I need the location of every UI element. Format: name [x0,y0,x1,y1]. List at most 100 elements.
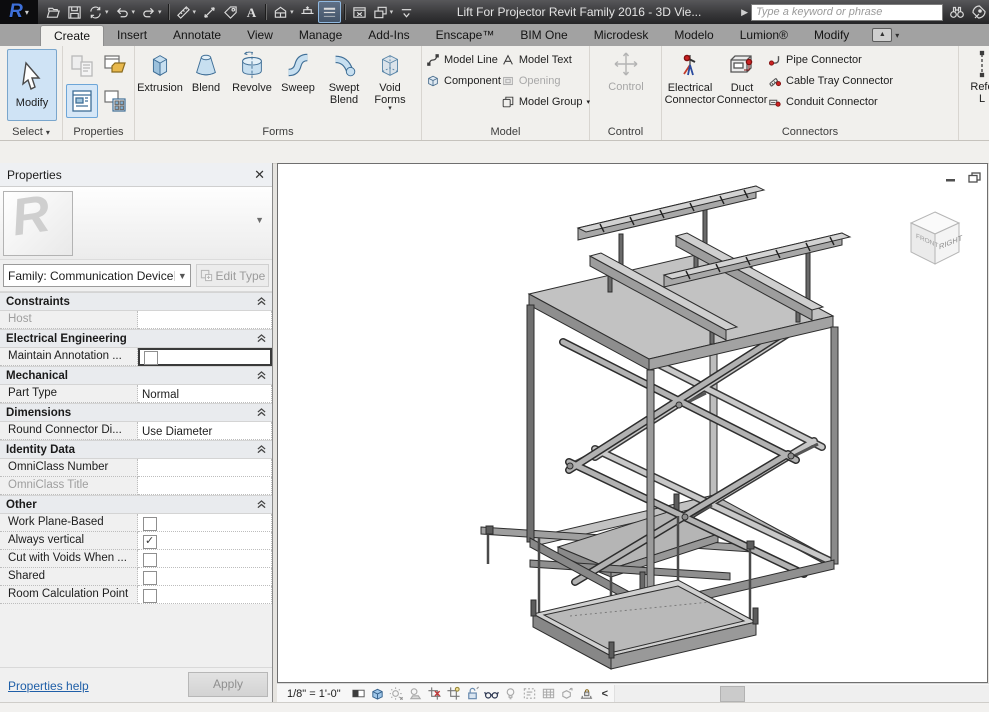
forms-button[interactable]: Void Forms ▾ [367,47,413,112]
property-group-header[interactable]: Electrical Engineering [0,329,272,348]
property-value[interactable] [138,348,272,366]
restore-view-icon[interactable] [968,172,981,183]
forms-button[interactable]: Sweep [275,47,321,112]
ribbon-tab[interactable]: Lumion® [727,25,801,46]
collapse-chevron-icon[interactable] [257,371,266,380]
ribbon-tab[interactable]: Enscape™ [423,25,508,46]
checkbox[interactable] [143,570,157,585]
ribbon-tab[interactable]: Insert [104,25,160,46]
property-group-header[interactable]: Identity Data [0,440,272,459]
ribbon-tab[interactable]: Manage [286,25,355,46]
qat-button[interactable] [270,2,297,22]
connector-button[interactable]: Pipe Connector [768,49,893,70]
properties-help-link[interactable]: Properties help [8,679,89,693]
scrollbar-thumb[interactable] [720,686,746,702]
property-value[interactable] [138,532,272,550]
ribbon-tab[interactable]: Create [40,25,105,46]
view-control-button[interactable] [521,686,538,702]
model-group-button[interactable]: Model Group ▾ [501,91,590,112]
property-value[interactable]: Normal [138,385,272,403]
property-group-header[interactable]: Other [0,495,272,514]
family-combo[interactable]: Family: Communication Device ▼ [3,264,191,287]
property-value[interactable]: Use Diameter [138,422,272,440]
ribbon-tab[interactable]: Microdesk [581,25,662,46]
view-control-button[interactable] [445,686,462,702]
qat-button[interactable] [43,2,64,22]
collapse-chevron-icon[interactable] [257,500,266,509]
family-types-button[interactable] [99,84,131,118]
qat-button[interactable] [173,2,200,22]
view-control-button[interactable] [407,686,424,702]
checkbox[interactable] [143,552,157,567]
view-control-button[interactable] [350,686,367,702]
ribbon-tab[interactable]: View [234,25,286,46]
search-input[interactable] [751,3,943,21]
view-control-button[interactable] [426,686,443,702]
application-menu-button[interactable]: R ▾ [0,0,38,24]
ribbon-tab[interactable]: Modify [801,25,862,46]
ribbon-tab[interactable]: Annotate [160,25,234,46]
search-history-arrow-icon[interactable]: ▶ [741,7,748,18]
checkbox[interactable] [143,534,157,549]
collapse-chevron-icon[interactable] [257,445,266,454]
view-control-button[interactable] [502,686,519,702]
view-scale-button[interactable]: 1/8" = 1'-0" [277,688,349,700]
qat-button[interactable] [167,4,170,20]
checkbox[interactable] [143,588,157,603]
connector-button[interactable]: Conduit Connector [768,91,893,112]
qat-button[interactable]: A [241,2,262,22]
communication-center-icon[interactable] [971,4,987,20]
qat-button[interactable] [64,2,85,22]
view-cube[interactable]: FRONT RIGHT [903,206,967,274]
checkbox[interactable] [144,350,158,365]
ribbon-tab[interactable]: Modelo [661,25,726,46]
qat-button[interactable] [220,2,241,22]
qat-button[interactable] [370,2,397,22]
forms-button[interactable]: Extrusion [137,47,183,112]
qat-button[interactable] [343,4,346,20]
collapse-viewbar-button[interactable]: < [596,688,614,700]
property-value[interactable] [138,586,272,604]
property-value[interactable] [138,514,272,532]
drawing-area[interactable]: FRONT RIGHT [277,163,988,683]
checkbox[interactable] [143,516,157,531]
close-icon[interactable]: ✕ [254,168,265,181]
property-group-header[interactable]: Dimensions [0,403,272,422]
family-category-button[interactable] [66,49,98,83]
qat-button[interactable] [265,4,268,20]
qat-button[interactable] [112,2,139,22]
horizontal-scrollbar[interactable] [614,685,989,702]
view-control-button[interactable] [483,686,500,702]
search-icon[interactable] [949,4,965,20]
property-group-header[interactable]: Mechanical [0,366,272,385]
view-control-button[interactable] [559,686,576,702]
qat-button[interactable] [199,2,220,22]
qat-button[interactable] [138,2,165,22]
property-group-header[interactable]: Constraints [0,292,272,311]
qat-button[interactable] [85,2,112,22]
view-control-button[interactable] [388,686,405,702]
property-value[interactable] [138,477,272,495]
modify-button[interactable]: Modify [7,49,57,121]
ribbon-tab[interactable]: BIM One [507,25,580,46]
qat-button[interactable] [349,2,370,22]
chevron-down-icon[interactable]: ▼ [255,215,264,225]
properties-palette-button[interactable] [66,84,98,118]
family-open-button[interactable] [99,49,131,83]
view-control-button[interactable] [540,686,557,702]
panel-label-select[interactable]: Select ▾ [0,126,62,138]
model-text-button[interactable]: Model Text [501,49,590,70]
connector-button[interactable]: Cable Tray Connector [768,70,893,91]
property-value[interactable] [138,550,272,568]
reference-line-button[interactable]: Refe L [959,46,989,105]
minimize-view-icon[interactable] [945,172,958,183]
collapse-chevron-icon[interactable] [257,334,266,343]
palette-header[interactable]: Properties ✕ [0,163,272,187]
view-control-button[interactable] [369,686,386,702]
qat-button[interactable] [297,2,318,22]
collapse-chevron-icon[interactable] [257,408,266,417]
view-control-button[interactable] [578,686,595,702]
forms-button[interactable]: Revolve [229,47,275,112]
view-control-button[interactable] [464,686,481,702]
type-selector-preview[interactable]: R ▼ [0,187,272,260]
